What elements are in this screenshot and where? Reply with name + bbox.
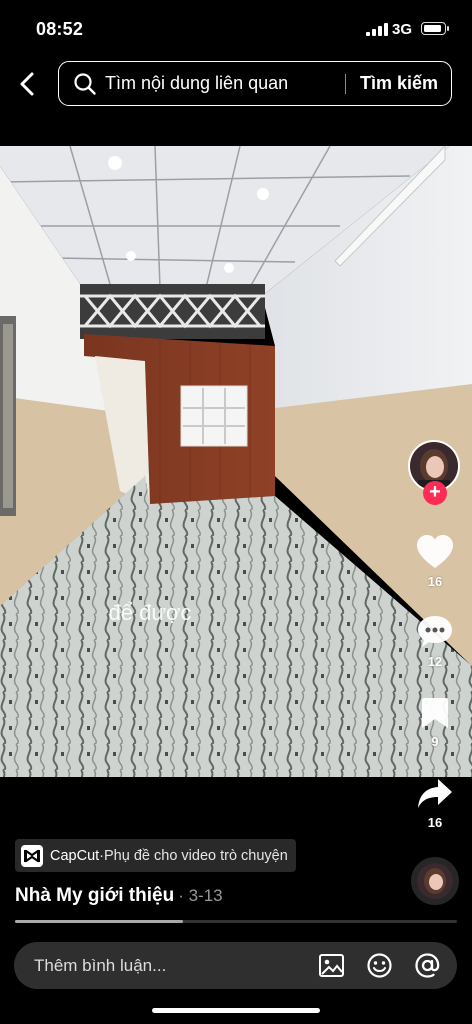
share-arrow-icon xyxy=(418,779,452,808)
capcut-badge[interactable]: CapCut · Phụ đề cho video trò chuyện xyxy=(15,839,296,872)
back-button[interactable] xyxy=(14,68,42,100)
search-submit-button[interactable]: Tìm kiếm xyxy=(347,62,451,104)
video-progress-bar[interactable] xyxy=(15,920,457,923)
video-caption-text: để được xyxy=(108,600,192,625)
bookmark-icon xyxy=(422,698,448,728)
image-icon[interactable] xyxy=(318,952,345,979)
search-input[interactable] xyxy=(105,62,335,104)
status-bar: 08:52 3G xyxy=(0,0,472,58)
music-disc-image xyxy=(417,863,453,899)
search-divider xyxy=(345,74,346,94)
video-caption: để được xyxy=(0,600,472,626)
music-disc[interactable] xyxy=(411,857,459,905)
share-count: 16 xyxy=(427,815,443,830)
capcut-brand: CapCut xyxy=(50,847,100,864)
post-date: · 3-13 xyxy=(178,886,223,905)
mention-icon[interactable] xyxy=(414,952,441,979)
emoji-icon[interactable] xyxy=(366,952,393,979)
status-time: 08:52 xyxy=(36,19,84,39)
back-chevron-icon xyxy=(20,72,34,96)
comment-button[interactable]: 12 xyxy=(410,614,460,669)
comment-bubble-icon xyxy=(418,616,452,647)
battery-level xyxy=(424,25,441,32)
capcut-logo-icon xyxy=(21,844,43,867)
video-frame-image xyxy=(0,146,472,777)
network-type: 3G xyxy=(392,21,413,38)
signal-icon xyxy=(366,23,388,36)
comment-bar xyxy=(14,942,457,989)
like-button[interactable]: 16 xyxy=(410,534,460,589)
heart-icon xyxy=(417,535,453,568)
comment-input[interactable] xyxy=(34,942,304,989)
video-player[interactable]: để được xyxy=(0,146,472,777)
like-count: 16 xyxy=(427,574,443,589)
save-button[interactable]: 9 xyxy=(410,696,460,749)
battery-icon xyxy=(421,22,449,35)
comment-count: 12 xyxy=(427,654,443,669)
video-progress-fill xyxy=(15,920,183,923)
post-author-line[interactable]: Nhà My giới thiệu · 3-13 xyxy=(15,885,223,907)
search-icon xyxy=(74,73,96,95)
home-indicator[interactable] xyxy=(152,1008,320,1013)
capcut-description: Phụ đề cho video trò chuyện xyxy=(104,847,288,864)
share-button[interactable]: 16 xyxy=(410,777,460,830)
post-author: Nhà My giới thiệu xyxy=(15,885,175,906)
follow-button[interactable]: + xyxy=(423,481,447,505)
save-count: 9 xyxy=(431,734,439,749)
search-bar: Tìm kiếm xyxy=(58,61,452,106)
